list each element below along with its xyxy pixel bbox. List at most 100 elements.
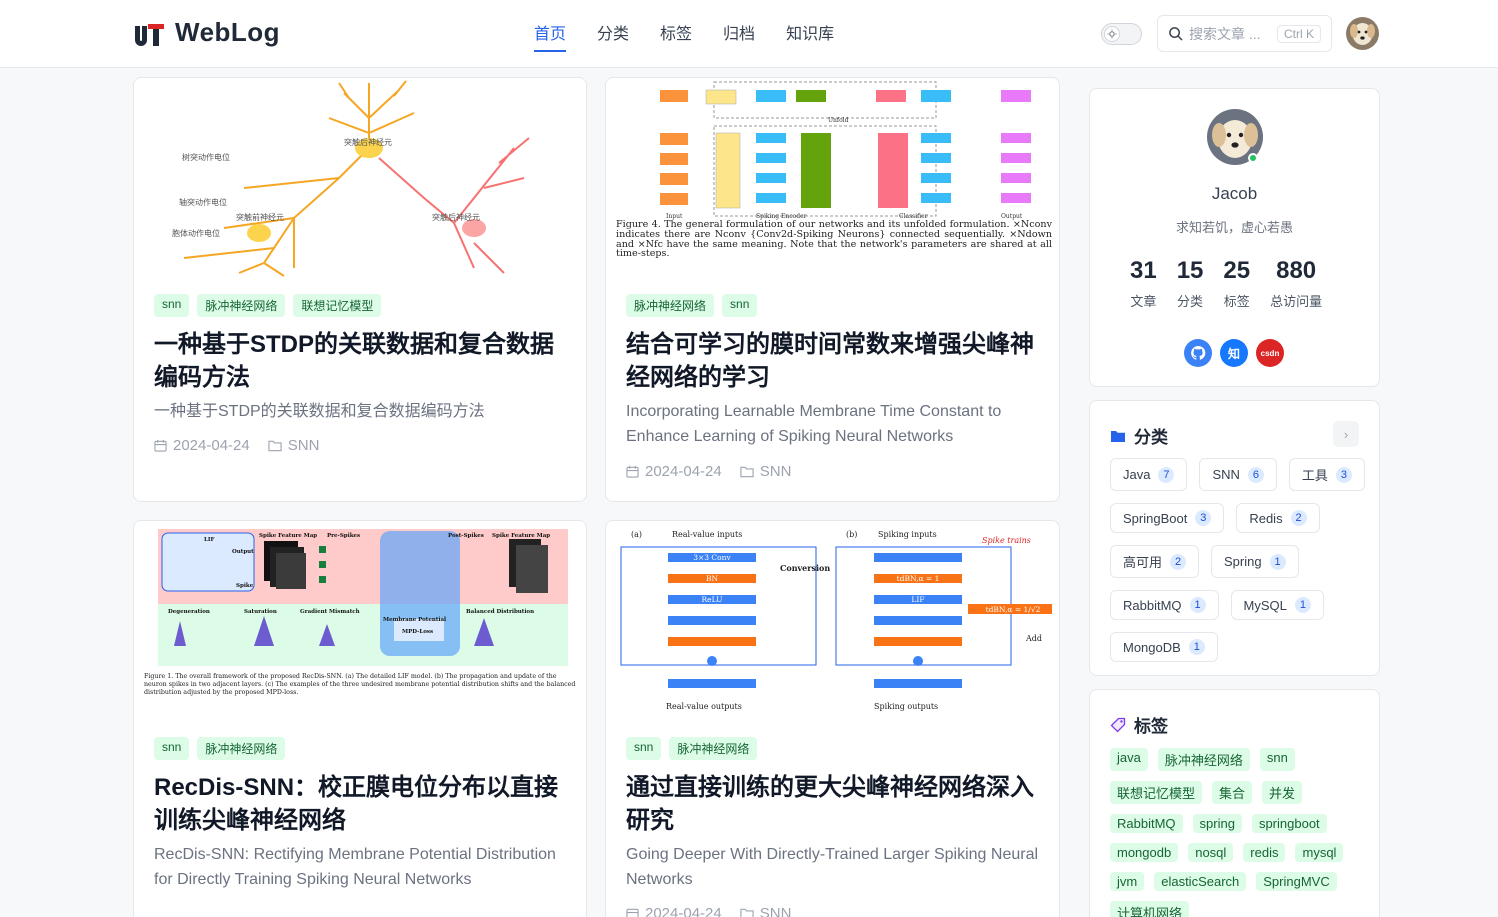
post-tag[interactable]: snn (722, 294, 758, 317)
site-logo[interactable]: WebLog (133, 17, 280, 48)
cover-label: 突触前神经元 (236, 212, 284, 222)
tag-chip[interactable]: jvm (1110, 872, 1145, 891)
cover-label: Pre-Spikes (327, 533, 360, 539)
post-tag[interactable]: snn (154, 737, 190, 760)
category-chip[interactable]: SNN 6 (1199, 458, 1277, 491)
post-cover-image: Input Spiking Encoder Classifier Output … (616, 78, 1052, 278)
cover-label: Output (1001, 213, 1023, 220)
category-chip[interactable]: 工具 3 (1288, 458, 1365, 491)
cover-label: Spike Feature Map (259, 533, 317, 539)
post-title[interactable]: 通过直接训练的更大尖峰神经网络深入研究 (626, 771, 1046, 837)
tag-chip[interactable]: 并发 (1262, 781, 1303, 804)
zhihu-icon[interactable]: 知 (1220, 339, 1248, 367)
category-chip[interactable]: RabbitMQ 1 (1110, 590, 1219, 620)
post-tag[interactable]: 脉冲神经网络 (197, 737, 286, 760)
tag-chip[interactable]: elasticSearch (1154, 872, 1247, 891)
post-tag[interactable]: 脉冲神经网络 (669, 737, 758, 760)
stat-tags[interactable]: 25 标签 (1223, 257, 1250, 310)
post-tag[interactable]: snn (626, 737, 662, 760)
github-icon[interactable] (1184, 339, 1212, 367)
post-card[interactable]: Input Spiking Encoder Classifier Output … (605, 77, 1060, 502)
category-chip[interactable]: Redis 2 (1236, 503, 1320, 533)
profile-stats: 31 文章 15 分类 25 标签 880 总访问量 (1130, 257, 1322, 310)
post-title[interactable]: 结合可学习的膜时间常数来增强尖峰神经网络的学习 (626, 328, 1046, 394)
post-tag[interactable]: 联想记忆模型 (293, 294, 382, 317)
category-chip[interactable]: Spring 1 (1211, 545, 1299, 578)
stat-number: 880 (1276, 257, 1317, 284)
stat-number: 31 (1130, 257, 1157, 284)
post-meta: 2024-04-24 SNN (626, 463, 791, 480)
stat-articles[interactable]: 31 文章 (1130, 257, 1157, 310)
post-title[interactable]: RecDis-SNN：校正膜电位分布以直接训练尖峰神经网络 (154, 771, 574, 837)
search-input[interactable]: 搜索文章 ... Ctrl K (1157, 15, 1332, 52)
category-name: SNN (1212, 467, 1240, 482)
tag-chip[interactable]: spring (1192, 814, 1242, 833)
post-meta: 2024-04-24 SNN (154, 437, 319, 454)
cover-label: tdBN,α = 1/√2 (986, 605, 1041, 614)
category-name: SpringBoot (1123, 510, 1188, 526)
category-chip[interactable]: MongoDB 1 (1110, 632, 1218, 662)
post-category: SNN (759, 905, 792, 917)
chevron-right-icon[interactable]: › (1333, 421, 1359, 447)
cover-label: Output (232, 549, 254, 555)
cover-label: Real-value inputs (672, 530, 742, 539)
folder-icon (740, 466, 754, 478)
tag-chip[interactable]: mongodb (1110, 843, 1179, 862)
tag-chip[interactable]: 集合 (1212, 781, 1253, 804)
tag-chip[interactable]: java (1110, 748, 1148, 771)
post-date-wrap: 2024-04-24 (626, 905, 722, 917)
cover-label: 3×3 Conv (693, 553, 731, 562)
user-avatar[interactable] (1346, 17, 1379, 50)
cover-label: (a) (631, 530, 642, 539)
category-count: 3 (1195, 510, 1212, 526)
post-category-link[interactable]: SNN (268, 437, 319, 454)
csdn-icon[interactable]: csdn (1256, 339, 1284, 367)
category-chip[interactable]: MySQL 1 (1230, 590, 1324, 620)
post-tag[interactable]: 脉冲神经网络 (626, 294, 715, 317)
tags-title: 标签 (1134, 717, 1168, 736)
tag-chip[interactable]: SpringMVC (1256, 872, 1337, 891)
tag-chip[interactable]: springboot (1251, 814, 1327, 833)
categories-card: 分类 › Java 7 SNN 6 工具 3 SpringBoot 3 Redis 2 高… (1089, 400, 1380, 676)
profile-name: Jacob (1211, 184, 1258, 203)
tag-chip[interactable]: 脉冲神经网络 (1157, 748, 1250, 771)
theme-toggle[interactable] (1101, 23, 1142, 45)
tag-chip[interactable]: 计算机网络 (1110, 901, 1190, 917)
tag-chip[interactable]: RabbitMQ (1110, 814, 1183, 833)
category-chip[interactable]: 高可用 2 (1110, 545, 1200, 578)
tag-chip[interactable]: redis (1243, 843, 1286, 862)
tag-chip[interactable]: nosql (1188, 843, 1234, 862)
cover-label: Post-Spikes (448, 533, 484, 539)
cover-label: Unfold (828, 117, 849, 124)
nav-wiki[interactable]: 知识库 (786, 20, 834, 52)
nav-home[interactable]: 首页 (534, 20, 567, 52)
nav-categories[interactable]: 分类 (597, 20, 629, 52)
post-cover-image: 突触后神经元 树突动作电位 轴突动作电位 突触前神经元 突触后神经元 胞体动作电… (144, 78, 578, 278)
tag-chip[interactable]: 联想记忆模型 (1110, 781, 1203, 804)
nav-archive[interactable]: 归档 (723, 20, 755, 52)
post-category-link[interactable]: SNN (740, 463, 791, 480)
tag-chip[interactable]: snn (1259, 748, 1295, 771)
post-card[interactable]: 突触后神经元 树突动作电位 轴突动作电位 突触前神经元 突触后神经元 胞体动作电… (133, 77, 587, 502)
post-category-link[interactable]: SNN (740, 905, 792, 917)
post-card[interactable]: 3×3 Conv BN ReLU tdBN,α = 1 LIF tdBN,α =… (605, 520, 1060, 917)
category-chip[interactable]: Java 7 (1110, 458, 1188, 491)
post-card[interactable]: Spike Feature Map Pre-Spikes Post-Spikes… (133, 520, 587, 917)
logo-mark-icon (135, 23, 164, 46)
category-chip[interactable]: SpringBoot 3 (1110, 503, 1225, 533)
category-list: Java 7 SNN 6 工具 3 SpringBoot 3 Redis 2 高可用 2 S… (1110, 458, 1365, 662)
cover-label: 突触后神经元 (344, 137, 392, 147)
post-tag[interactable]: 脉冲神经网络 (197, 294, 286, 317)
folder-icon (740, 908, 754, 917)
stat-label: 分类 (1177, 294, 1204, 309)
tag-chip[interactable]: mysql (1295, 843, 1344, 862)
cover-label: Spiking outputs (874, 702, 938, 711)
nav-tags[interactable]: 标签 (660, 20, 692, 52)
cover-label: Saturation (244, 609, 277, 615)
cover-label: (b) (846, 530, 857, 539)
post-meta: 2024-04-24 SNN (626, 905, 791, 917)
cover-label: Gradient Mismatch (300, 609, 360, 615)
post-tag[interactable]: snn (154, 294, 190, 317)
stat-categories[interactable]: 15 分类 (1177, 257, 1204, 310)
post-title[interactable]: 一种基于STDP的关联数据和复合数据编码方法 (154, 328, 574, 394)
